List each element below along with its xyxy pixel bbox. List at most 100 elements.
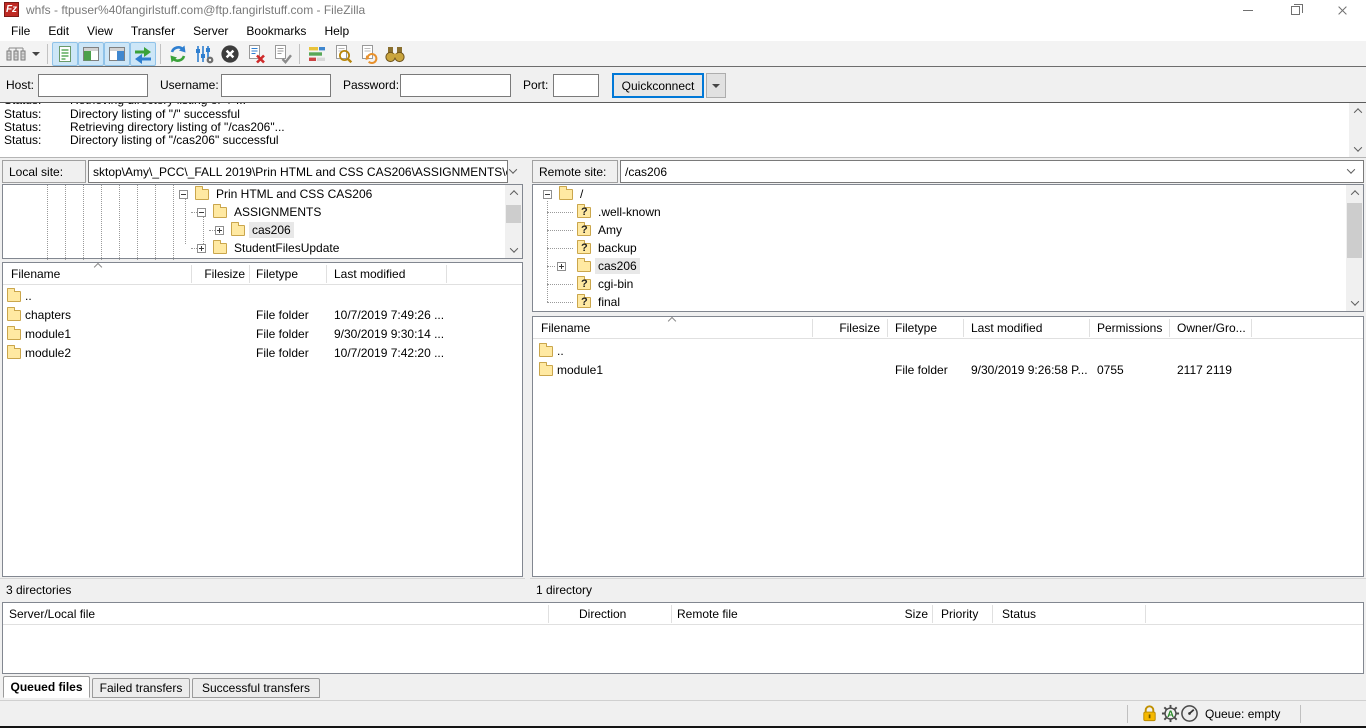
column-filename[interactable]: Filename <box>541 321 590 335</box>
toggle-remote-tree-button[interactable] <box>104 42 130 66</box>
folder-icon <box>539 365 553 376</box>
menu-view[interactable]: View <box>78 22 122 40</box>
port-input[interactable] <box>553 74 599 97</box>
local-site-dropdown[interactable] <box>510 168 516 174</box>
scrollbar-thumb[interactable] <box>506 205 521 223</box>
menu-transfer[interactable]: Transfer <box>122 22 184 40</box>
process-queue-button[interactable] <box>191 42 217 66</box>
remote-tree-scrollbar[interactable] <box>1346 185 1363 311</box>
minimize-button[interactable] <box>1231 0 1265 20</box>
column-last-modified[interactable]: Last modified <box>971 321 1042 335</box>
gear-auto-icon: A <box>1161 704 1180 723</box>
unknown-folder-icon <box>577 225 591 236</box>
password-label: Password: <box>343 78 399 92</box>
remote-directory-tree: / .well-known Amy backup cas206 cgi-bin … <box>532 184 1364 312</box>
column-filesize[interactable]: Filesize <box>193 267 245 281</box>
remote-site-combobox[interactable]: /cas206 <box>620 160 1364 183</box>
file-row-up[interactable]: .. <box>533 342 1363 361</box>
column-last-modified[interactable]: Last modified <box>334 267 405 281</box>
remote-file-list: Filename Filesize Filetype Last modified… <box>532 316 1364 577</box>
chevron-up-icon <box>1353 108 1361 116</box>
expand-toggle[interactable] <box>197 244 206 253</box>
lock-icon <box>1140 704 1159 723</box>
disconnect-button[interactable] <box>243 42 269 66</box>
expand-toggle[interactable] <box>557 262 566 271</box>
restore-button[interactable] <box>1278 0 1312 20</box>
remote-site-label: Remote site: <box>532 160 618 183</box>
cancel-button[interactable] <box>217 42 243 66</box>
close-button[interactable] <box>1325 0 1359 20</box>
local-file-list: Filename Filesize Filetype Last modified… <box>2 262 523 577</box>
scroll-down-button[interactable] <box>1346 295 1363 311</box>
menu-help[interactable]: Help <box>315 22 358 40</box>
column-owner-group[interactable]: Owner/Gro... <box>1177 321 1246 335</box>
refresh-button[interactable] <box>165 42 191 66</box>
tab-queued-files[interactable]: Queued files <box>3 676 90 698</box>
transfer-queue-icon <box>133 44 153 64</box>
menu-server[interactable]: Server <box>184 22 237 40</box>
transfer-queue-pane: Server/Local file Direction Remote file … <box>2 602 1364 674</box>
username-input[interactable] <box>221 74 331 97</box>
scroll-up-button[interactable] <box>505 185 522 201</box>
file-row-module1[interactable]: module1 File folder 9/30/2019 9:30:14 ..… <box>3 325 522 344</box>
local-tree-scrollbar[interactable] <box>505 185 522 258</box>
collapse-toggle[interactable] <box>197 208 206 217</box>
scroll-up-button[interactable] <box>1346 185 1363 201</box>
file-row-module2[interactable]: module2 File folder 10/7/2019 7:42:20 ..… <box>3 344 522 363</box>
menu-edit[interactable]: Edit <box>39 22 78 40</box>
encryption-status-button[interactable] <box>1140 704 1159 723</box>
password-input[interactable] <box>400 74 511 97</box>
remote-site-dropdown[interactable] <box>1348 168 1354 174</box>
menu-file[interactable]: File <box>2 22 39 40</box>
quickconnect-button[interactable]: Quickconnect <box>612 73 704 98</box>
column-priority[interactable]: Priority <box>941 607 978 621</box>
scrollbar-thumb[interactable] <box>1347 203 1362 258</box>
file-row-up[interactable]: .. <box>3 287 522 306</box>
local-site-combobox[interactable]: sktop\Amy\_PCC\_FALL 2019\Prin HTML and … <box>88 160 508 183</box>
site-manager-button[interactable] <box>3 42 29 66</box>
scroll-down-button[interactable] <box>1349 141 1366 157</box>
tab-failed-transfers[interactable]: Failed transfers <box>92 678 190 698</box>
expand-toggle[interactable] <box>215 226 224 235</box>
quickconnect-dropdown[interactable] <box>706 73 726 98</box>
collapse-toggle[interactable] <box>543 190 552 199</box>
toggle-message-log-button[interactable] <box>52 42 78 66</box>
column-server-local-file[interactable]: Server/Local file <box>9 607 95 621</box>
transfer-type-button[interactable]: A <box>1161 704 1180 723</box>
folder-icon <box>559 189 573 200</box>
scroll-down-button[interactable] <box>505 242 522 258</box>
directory-comparison-button[interactable] <box>304 42 330 66</box>
collapse-toggle[interactable] <box>179 190 188 199</box>
queue-header: Server/Local file Direction Remote file … <box>3 603 1363 625</box>
reconnect-button[interactable] <box>269 42 295 66</box>
column-filename[interactable]: Filename <box>11 267 60 281</box>
chevron-down-icon <box>509 244 517 252</box>
column-status[interactable]: Status <box>1002 607 1036 621</box>
menu-bookmarks[interactable]: Bookmarks <box>237 22 315 40</box>
speed-limits-button[interactable] <box>1180 704 1199 723</box>
tab-successful-transfers[interactable]: Successful transfers <box>192 678 320 698</box>
file-row-module1[interactable]: module1 File folder 9/30/2019 9:26:58 P.… <box>533 361 1363 380</box>
column-size[interactable]: Size <box>858 607 928 621</box>
close-icon <box>1337 5 1348 16</box>
column-filetype[interactable]: Filetype <box>895 321 937 335</box>
column-filetype[interactable]: Filetype <box>256 267 298 281</box>
queue-status-text: Queue: empty <box>1205 707 1280 721</box>
toggle-transfer-queue-button[interactable] <box>130 42 156 66</box>
toggle-local-tree-button[interactable] <box>78 42 104 66</box>
site-manager-dropdown[interactable] <box>29 42 43 66</box>
local-status-text: 3 directories <box>0 578 525 600</box>
disconnect-icon <box>245 43 267 65</box>
log-scrollbar[interactable] <box>1349 103 1366 157</box>
column-direction[interactable]: Direction <box>579 607 626 621</box>
local-directory-tree: Prin HTML and CSS CAS206 ASSIGNMENTS cas… <box>2 184 523 259</box>
file-row-chapters[interactable]: chapters File folder 10/7/2019 7:49:26 .… <box>3 306 522 325</box>
synchronized-browsing-button[interactable] <box>356 42 382 66</box>
column-filesize[interactable]: Filesize <box>814 321 880 335</box>
column-permissions[interactable]: Permissions <box>1097 321 1162 335</box>
host-input[interactable] <box>38 74 148 97</box>
scroll-up-button[interactable] <box>1349 103 1366 119</box>
column-remote-file[interactable]: Remote file <box>677 607 738 621</box>
filename-filters-button[interactable] <box>382 42 408 66</box>
find-files-button[interactable] <box>330 42 356 66</box>
